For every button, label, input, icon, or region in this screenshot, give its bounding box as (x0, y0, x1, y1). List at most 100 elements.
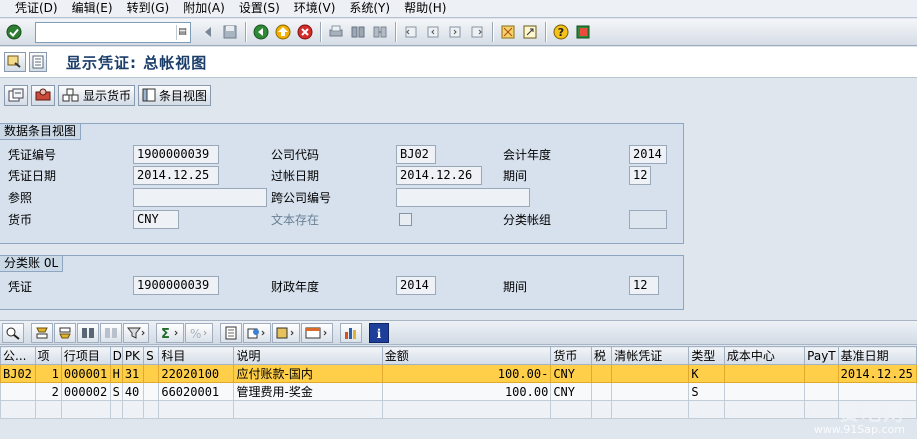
new-session-icon[interactable] (498, 22, 518, 42)
cell-line-item: 000001 (60, 364, 111, 383)
cross-company-field[interactable] (396, 188, 530, 207)
customize-layout-icon[interactable] (573, 22, 593, 42)
enter-check-icon[interactable] (4, 22, 24, 42)
cell-cost-center (723, 364, 806, 383)
cell-amount: 100.00- (381, 364, 552, 383)
command-field[interactable]: ▤ (35, 21, 191, 43)
display-change-button[interactable] (4, 84, 28, 106)
standard-toolbar: ▤ ? (0, 19, 917, 46)
period-field[interactable]: 12 (629, 166, 651, 185)
menu-system[interactable]: 系统(Y) (342, 0, 397, 17)
col-clearing-doc[interactable]: 清帐凭证 (611, 346, 690, 365)
find-grid-icon[interactable] (77, 322, 99, 343)
ledger-fiscal-year-field[interactable]: 2014 (396, 276, 436, 295)
graphic-icon[interactable] (340, 322, 362, 343)
col-cost-center[interactable]: 成本中心 (723, 346, 806, 365)
table-row[interactable]: 2 000002 S 40 66020001 管理费用-奖金 100.00 CN… (0, 382, 917, 401)
save-icon[interactable] (220, 22, 240, 42)
find-next-icon[interactable] (370, 22, 390, 42)
filter-icon[interactable] (123, 322, 149, 343)
cell-dc: S (109, 382, 123, 401)
back-icon[interactable] (251, 22, 271, 42)
company-code-field[interactable]: BJ02 (396, 145, 436, 164)
col-account[interactable]: 科目 (158, 346, 235, 365)
svg-text:?: ? (558, 26, 564, 39)
text-exists-checkbox[interactable] (399, 213, 412, 226)
svg-text:%: % (190, 327, 201, 340)
col-item[interactable]: 项 (34, 346, 62, 365)
sort-descending-icon[interactable] (54, 322, 76, 343)
export-icon[interactable] (243, 322, 271, 343)
sort-ascending-icon[interactable] (31, 322, 53, 343)
document-overview-button[interactable] (29, 52, 47, 72)
col-pk[interactable]: PK (121, 346, 145, 365)
menu-settings[interactable]: 设置(S) (232, 0, 287, 17)
cell-tax (590, 364, 613, 383)
entry-view-button[interactable]: 条目视图 (138, 84, 212, 106)
cell-company (0, 382, 36, 401)
col-s[interactable]: S (143, 346, 160, 365)
send-icon[interactable] (272, 322, 300, 343)
find-next-grid-icon[interactable] (100, 322, 122, 343)
reference-field[interactable] (133, 188, 267, 207)
col-base-date[interactable]: 基准日期 (837, 346, 917, 365)
last-page-icon[interactable] (467, 22, 487, 42)
shortcut-icon[interactable] (520, 22, 540, 42)
save-history-icon[interactable]: ▤ (176, 24, 188, 40)
posting-date-field[interactable]: 2014.12.26 (396, 166, 482, 185)
cell-base-date (837, 382, 917, 401)
page-title: 显示凭证: 总帐视图 (66, 53, 208, 72)
find-icon[interactable] (348, 22, 368, 42)
other-document-button[interactable] (4, 52, 26, 72)
col-description[interactable]: 说明 (233, 346, 383, 365)
col-amount[interactable]: 金额 (381, 346, 552, 365)
col-company[interactable]: 公... (0, 346, 36, 365)
menu-document[interactable]: 凭证(D) (8, 0, 65, 17)
fiscal-year-field[interactable]: 2014 (629, 145, 667, 164)
col-line-item[interactable]: 行项目 (60, 346, 111, 365)
col-currency[interactable]: 货币 (550, 346, 592, 365)
previous-page-icon[interactable] (423, 22, 443, 42)
change-layout-icon[interactable] (301, 322, 333, 343)
details-icon[interactable] (2, 322, 24, 343)
company-code-label: 公司代码 (271, 148, 320, 162)
table-row[interactable]: BJ02 1 000001 H 31 22020100 应付账款-国内 100.… (0, 364, 917, 383)
next-page-icon[interactable] (445, 22, 465, 42)
ledger-doc-field[interactable]: 1900000039 (133, 276, 219, 295)
subtotal-icon[interactable]: % (185, 322, 213, 343)
cancel-icon[interactable] (295, 22, 315, 42)
cell-item: 1 (34, 364, 62, 383)
print-icon[interactable] (326, 22, 346, 42)
doc-number-field[interactable]: 1900000039 (133, 145, 219, 164)
currency-field[interactable]: CNY (133, 210, 179, 229)
entry-view-label: 条目视图 (159, 88, 208, 103)
help-icon[interactable]: ? (551, 22, 571, 42)
doc-date-label: 凭证日期 (8, 169, 57, 183)
cell-payt (804, 364, 839, 383)
grid-toolbar: Σ % i (0, 320, 917, 345)
information-icon[interactable]: i (369, 322, 389, 343)
print-preview-icon[interactable] (220, 322, 242, 343)
ledger-period-field[interactable]: 12 (629, 276, 659, 295)
first-page-icon[interactable] (401, 22, 421, 42)
cell-clearing-doc (611, 364, 690, 383)
menu-help[interactable]: 帮助(H) (397, 0, 453, 17)
ledger-group-field[interactable] (629, 210, 667, 229)
sum-icon[interactable]: Σ (156, 322, 184, 343)
menu-extras[interactable]: 附加(A) (176, 0, 232, 17)
menu-goto[interactable]: 转到(G) (120, 0, 177, 17)
col-type[interactable]: 类型 (688, 346, 725, 365)
exit-icon[interactable] (273, 22, 293, 42)
doc-date-field[interactable]: 2014.12.25 (133, 166, 219, 185)
back-arrow-icon[interactable] (198, 22, 218, 42)
col-dc[interactable]: D (109, 346, 123, 365)
cell-payt (804, 382, 839, 401)
col-tax[interactable]: 税 (590, 346, 613, 365)
menu-edit[interactable]: 编辑(E) (65, 0, 120, 17)
cell-dc: H (109, 364, 123, 383)
col-payt[interactable]: PayT (804, 346, 839, 365)
vendor-button[interactable] (31, 84, 55, 106)
display-currency-button[interactable]: 显示货币 (58, 84, 136, 106)
ledger-header: 分类账 0L (0, 256, 64, 272)
menu-environment[interactable]: 环境(V) (287, 0, 343, 17)
